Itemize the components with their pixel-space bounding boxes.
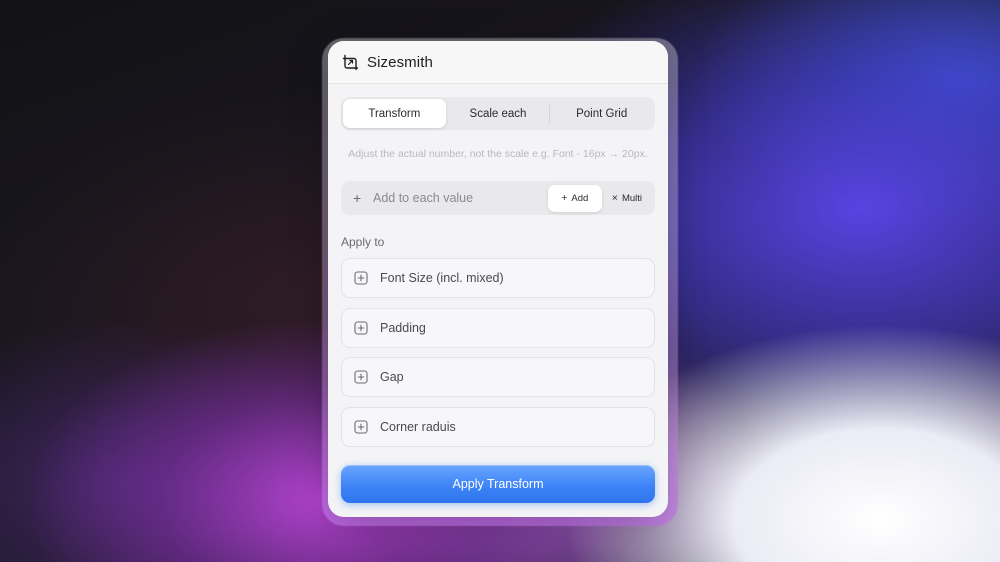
plus-icon: +	[561, 192, 568, 204]
option-font-size[interactable]: Font Size (incl. mixed)	[341, 258, 655, 298]
mode-tabs: Transform Scale each Point Grid	[341, 97, 655, 130]
plus-icon: +	[353, 190, 362, 206]
option-padding[interactable]: Padding	[341, 308, 655, 348]
plus-square-icon	[354, 321, 368, 335]
add-value-input[interactable]	[369, 191, 548, 205]
option-label: Font Size (incl. mixed)	[380, 271, 504, 285]
hint-text: Adjust the actual number, not the scale …	[348, 148, 648, 160]
add-mode-label: Add	[571, 192, 589, 204]
apply-to-label: Apply to	[341, 235, 385, 249]
multi-mode-button[interactable]: × Multi	[602, 185, 652, 212]
option-gap[interactable]: Gap	[341, 357, 655, 397]
apply-transform-button[interactable]: Apply Transform	[341, 465, 655, 503]
app-title: Sizesmith	[367, 53, 433, 71]
option-label: Gap	[380, 370, 404, 384]
plus-square-icon	[354, 420, 368, 434]
option-label: Padding	[380, 321, 426, 335]
tab-point-grid[interactable]: Point Grid	[550, 99, 653, 128]
panel-header: Sizesmith	[328, 41, 668, 84]
multi-mode-label: Multi	[621, 192, 642, 204]
tab-scale-each[interactable]: Scale each	[447, 99, 550, 128]
plus-square-icon	[354, 370, 368, 384]
add-mode-button[interactable]: + Add	[547, 184, 602, 212]
multiply-icon: ×	[611, 192, 618, 204]
option-label: Corner raduis	[380, 420, 456, 434]
value-row: + + Add × Multi	[341, 181, 655, 215]
option-corner-radius[interactable]: Corner raduis	[341, 407, 655, 447]
plugin-panel: Sizesmith Transform Scale each Point Gri…	[328, 41, 668, 517]
tab-transform[interactable]: Transform	[343, 99, 446, 128]
crop-scale-icon	[341, 53, 359, 71]
plus-square-icon	[354, 271, 368, 285]
